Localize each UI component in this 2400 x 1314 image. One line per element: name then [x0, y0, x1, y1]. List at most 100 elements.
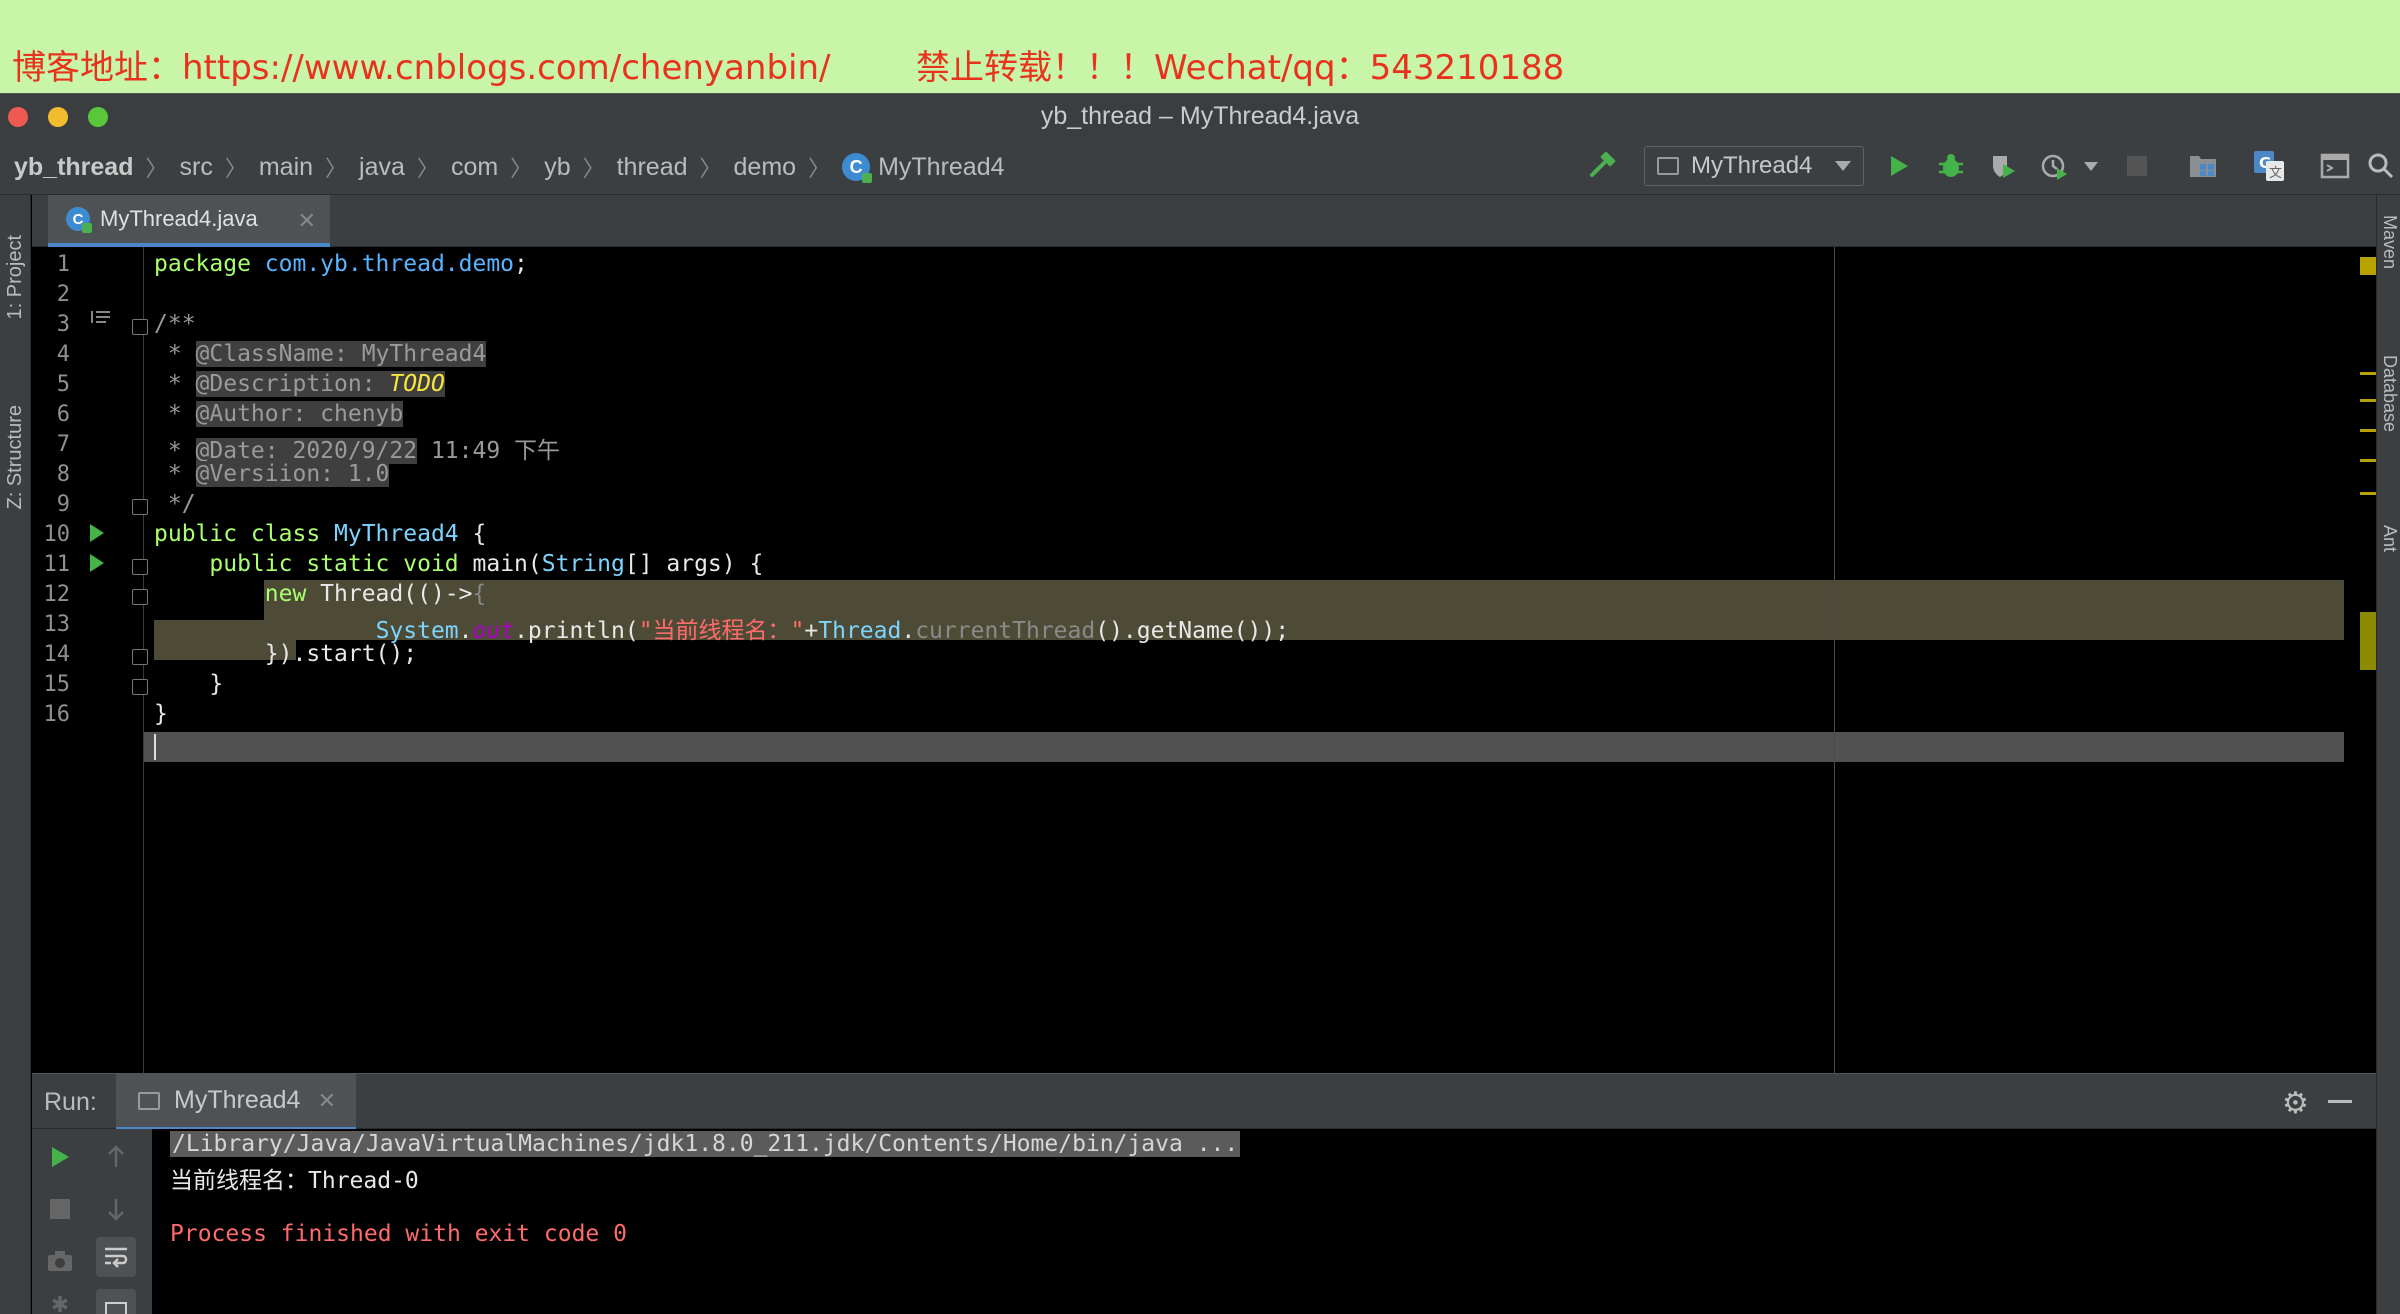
rerun-icon[interactable] [40, 1137, 80, 1177]
gear-icon[interactable]: ⚙ [2282, 1086, 2309, 1121]
database-tool-tab[interactable]: Database [2377, 355, 2400, 432]
breadcrumb: yb_thread 〉 src 〉 main 〉 java 〉 com 〉 yb… [14, 151, 1005, 183]
breadcrumb-project[interactable]: yb_thread [14, 153, 133, 182]
chevron-right-icon: 〉 [145, 156, 168, 181]
pin-icon[interactable]: ✱ [40, 1285, 80, 1314]
breadcrumb-yb[interactable]: yb [544, 153, 570, 182]
stop-icon[interactable] [2120, 149, 2154, 183]
debug-icon[interactable] [1934, 149, 1968, 183]
run-icon[interactable] [1882, 149, 1916, 183]
profile-dropdown-icon[interactable] [2074, 149, 2108, 183]
breadcrumb-src[interactable]: src [180, 153, 213, 182]
maven-tool-tab[interactable]: Maven [2377, 215, 2400, 269]
run-panel-header: Run: MyThread4 ✕ ⚙ [32, 1073, 2376, 1130]
error-stripe[interactable] [2344, 247, 2376, 1073]
stop-icon[interactable] [40, 1189, 80, 1229]
breadcrumb-main[interactable]: main [259, 153, 313, 182]
fold-marker-icon[interactable] [132, 319, 148, 335]
line-number: 3 [56, 312, 70, 337]
run-gutter-icon[interactable] [90, 554, 104, 572]
minimize-panel-icon[interactable] [2328, 1100, 2352, 1103]
profile-icon[interactable] [2038, 149, 2072, 183]
warning-mark[interactable] [2360, 429, 2376, 432]
translate-icon[interactable]: G文 [2252, 149, 2286, 183]
code-line-10: public class MyThread4 { [154, 521, 487, 547]
line-number: 1 [56, 252, 70, 277]
terminal-icon[interactable] [2318, 149, 2352, 183]
line-number: 14 [43, 642, 71, 667]
fold-marker-icon[interactable] [132, 499, 148, 515]
chevron-right-icon: 〉 [416, 156, 439, 181]
window-titlebar: yb_thread – MyThread4.java [0, 93, 2400, 137]
breadcrumb-java[interactable]: java [359, 153, 405, 182]
watermark-banner: 博客地址：https://www.cnblogs.com/chenyanbin/… [0, 0, 2400, 93]
chevron-right-icon: 〉 [808, 156, 831, 181]
code-line-8: * @Versiion: 1.0 [154, 461, 390, 487]
close-tab-icon[interactable]: ✕ [318, 1088, 336, 1114]
code-line-6: * @Author: chenyb [154, 401, 404, 427]
scroll-up-icon[interactable] [96, 1137, 136, 1177]
left-tool-stripe: 1: Project Z: Structure [0, 195, 31, 1314]
svg-text:文: 文 [2269, 166, 2282, 181]
code-line-11: public static void main(String[] args) { [209, 551, 764, 577]
text-caret [154, 734, 156, 760]
soft-wrap-icon[interactable] [96, 1237, 136, 1277]
fold-marker-icon[interactable] [132, 589, 148, 605]
fold-marker-icon[interactable] [132, 649, 148, 665]
inspection-status-icon[interactable] [2360, 257, 2376, 275]
close-tab-icon[interactable]: ✕ [298, 208, 316, 234]
print-icon[interactable] [96, 1289, 136, 1314]
warning-mark[interactable] [2360, 372, 2376, 375]
line-number: 5 [56, 372, 70, 397]
database-tool-label: Database [2380, 355, 2400, 433]
breadcrumb-class[interactable]: C MyThread4 [842, 152, 1005, 183]
breadcrumb-com[interactable]: com [451, 153, 498, 182]
line-number: 16 [43, 702, 71, 727]
editor-gutter[interactable]: 1 2 3 4 5 6 7 8 9 10 11 12 13 14 15 16 [32, 247, 148, 1073]
fold-marker-icon[interactable] [132, 559, 148, 575]
breadcrumb-class-label: MyThread4 [878, 152, 1005, 181]
run-configuration-label: MyThread4 [1691, 152, 1813, 179]
warning-mark[interactable] [2360, 492, 2376, 495]
ant-tool-tab[interactable]: Ant [2377, 525, 2400, 552]
maven-tool-label: Maven [2380, 215, 2400, 270]
line-number: 4 [56, 342, 70, 367]
structure-tool-tab[interactable]: Z: Structure [0, 377, 31, 537]
console-exit-line: Process finished with exit code 0 [170, 1221, 627, 1247]
line-number: 15 [43, 672, 71, 697]
scroll-down-icon[interactable] [96, 1189, 136, 1229]
build-hammer-icon[interactable] [1586, 149, 1620, 183]
selection-mark[interactable] [2360, 612, 2376, 670]
run-configuration-dropdown[interactable]: MyThread4 [1644, 146, 1864, 186]
code-line-4: * @ClassName: MyThread4 [154, 341, 487, 367]
code-editor[interactable]: 1 2 3 4 5 6 7 8 9 10 11 12 13 14 15 16 p… [32, 247, 2376, 1073]
breadcrumb-thread[interactable]: thread [617, 153, 688, 182]
editor-tab-mythread4[interactable]: C MyThread4.java ✕ [48, 195, 330, 247]
coverage-icon[interactable] [1986, 149, 2020, 183]
line-number: 12 [43, 582, 71, 607]
search-icon[interactable] [2364, 149, 2398, 183]
run-tab-mythread4[interactable]: MyThread4 ✕ [116, 1074, 356, 1130]
run-gutter-icon[interactable] [90, 524, 104, 542]
code-line-14: }).start(); [264, 641, 418, 667]
run-console[interactable]: /Library/Java/JavaVirtualMachines/jdk1.8… [152, 1129, 2376, 1314]
camera-icon[interactable] [40, 1241, 80, 1281]
project-structure-icon[interactable] [2186, 149, 2220, 183]
structure-tool-label: Z: Structure [4, 404, 26, 510]
chevron-right-icon: 〉 [582, 156, 605, 181]
java-class-icon: C [66, 207, 92, 233]
editor-tab-label: MyThread4.java [100, 206, 258, 231]
doc-comment-icon[interactable] [90, 309, 112, 330]
run-panel-label: Run: [44, 1088, 97, 1116]
fold-marker-icon[interactable] [132, 679, 148, 695]
console-command-line[interactable]: /Library/Java/JavaVirtualMachines/jdk1.8… [170, 1131, 1241, 1157]
console-output-line: 当前线程名：Thread-0 [170, 1168, 419, 1194]
breadcrumb-demo[interactable]: demo [734, 153, 797, 182]
caret-line-highlight [32, 732, 2376, 762]
warning-mark[interactable] [2360, 459, 2376, 462]
warning-mark[interactable] [2360, 399, 2376, 402]
project-tool-tab[interactable]: 1: Project [0, 207, 31, 347]
chevron-right-icon: 〉 [224, 156, 247, 181]
java-class-icon: C [842, 153, 873, 183]
line-number: 6 [56, 402, 70, 427]
